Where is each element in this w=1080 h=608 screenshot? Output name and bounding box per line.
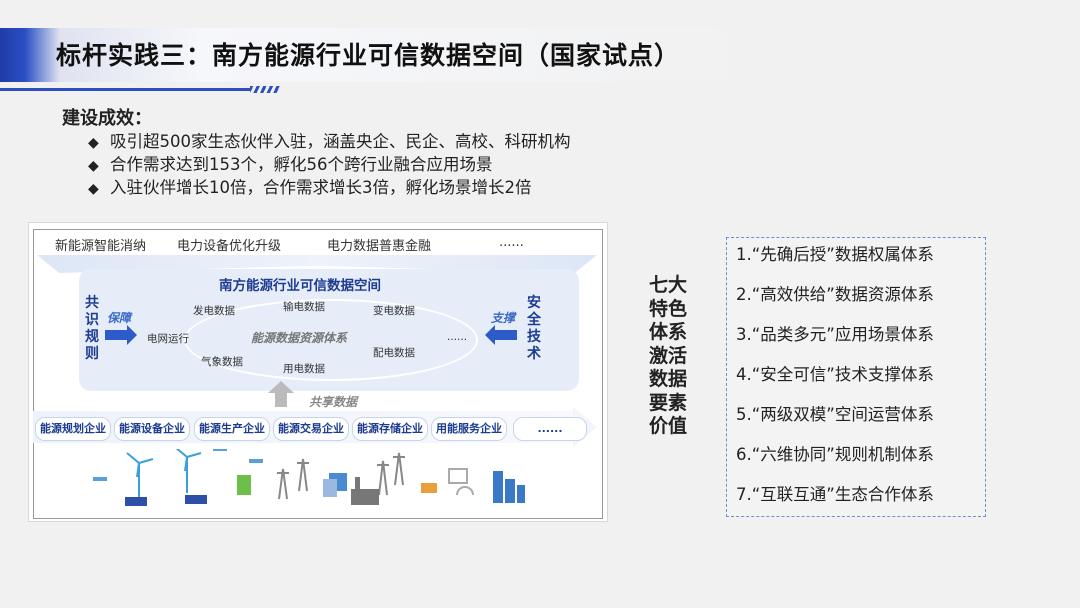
data-node: 电网运行 [147, 333, 189, 345]
data-node: 气象数据 [201, 356, 243, 368]
truck-icon [421, 483, 437, 493]
diamond-bullet-icon: ◆ [88, 135, 99, 151]
data-node: 用电数据 [283, 363, 325, 375]
factory-icon [351, 477, 379, 505]
wind-turbine-icon [126, 449, 202, 499]
data-node: ...... [447, 331, 468, 343]
system-item: 5.“两级双模”空间运营体系 [736, 405, 934, 424]
enterprise-tag: 能源交易企业 [273, 417, 349, 441]
data-node: 输电数据 [283, 301, 325, 313]
app-scenario: 电力数据普惠金融 [327, 239, 432, 254]
core-label: 能源数据资源体系 [251, 331, 348, 345]
data-space-diagram: 新能源智能消纳 电力设备优化升级 电力数据普惠金融 ...... 南方能源行业可… [28, 222, 608, 522]
app-scenario: 电力设备优化升级 [177, 239, 282, 254]
guarantee-label: 保障 [107, 311, 132, 325]
diamond-bullet-icon: ◆ [88, 158, 99, 174]
data-node: 变电数据 [373, 305, 415, 317]
solar-panel-icon [125, 495, 207, 506]
city-buildings-icon [493, 471, 525, 503]
enterprise-tag: 能源设备企业 [114, 417, 190, 441]
app-scenario: 新能源智能消纳 [55, 239, 147, 254]
energy-infrastructure-icons [93, 449, 525, 506]
enterprise-tag: 用能服务企业 [431, 417, 507, 441]
consensus-rules-label: 共识规则 [85, 295, 99, 362]
house-icon [448, 468, 468, 484]
greenhouse-icon [456, 486, 474, 496]
system-item: 1.“先确后授”数据权属体系 [736, 245, 934, 264]
system-item: 6.“六维协同”规则机制体系 [736, 445, 934, 464]
effects-item: ◆ 合作需求达到153个，孵化56个跨行业融合应用场景 [88, 154, 571, 177]
system-item: 3.“品类多元”应用场景体系 [736, 325, 934, 344]
support-label: 支撑 [491, 311, 516, 325]
enterprise-tag: ...... [513, 417, 587, 441]
share-data-label: 共享数据 [309, 395, 358, 409]
data-space-title: 南方能源行业可信数据空间 [219, 278, 381, 294]
enterprise-tag: 能源生产企业 [194, 417, 270, 441]
building-icon [323, 479, 337, 497]
enterprise-tag: 能源存储企业 [352, 417, 428, 441]
right-arrow-icon [105, 325, 137, 345]
title-underline [0, 88, 250, 91]
enterprise-tag: 能源规划企业 [35, 417, 111, 441]
up-arrow-icon [268, 381, 294, 407]
effects-list: ◆ 吸引超500家生态伙伴入驻，涵盖央企、民企、高校、科研机构 ◆ 合作需求达到15… [88, 131, 571, 200]
slide-title: 标杆实践三：南方能源行业可信数据空间（国家试点） [56, 41, 681, 70]
seven-systems-label: 七大特色体系激活数据要素价值 [648, 274, 687, 437]
system-item: 4.“安全可信”技术支撑体系 [736, 365, 934, 384]
system-item: 7.“互联互通”生态合作体系 [736, 485, 934, 504]
data-node: 配电数据 [373, 347, 415, 359]
effects-item: ◆ 入驻伙伴增长10倍，合作需求增长3倍，孵化场景增长2倍 [88, 177, 571, 200]
diamond-bullet-icon: ◆ [88, 181, 99, 197]
app-scenario: ...... [499, 235, 524, 250]
effects-heading: 建设成效： [62, 108, 152, 129]
system-item: 2.“高效供给”数据资源体系 [736, 285, 934, 304]
security-tech-label: 安全技术 [527, 295, 541, 362]
title-underline-hatch [250, 86, 280, 93]
data-node: 发电数据 [193, 305, 235, 317]
systems-box: 1.“先确后授”数据权属体系 2.“高效供给”数据资源体系 3.“品类多元”应用… [726, 237, 986, 517]
left-arrow-icon [485, 325, 517, 345]
battery-icon [237, 475, 251, 495]
effects-item: ◆ 吸引超500家生态伙伴入驻，涵盖央企、民企、高校、科研机构 [88, 131, 571, 154]
